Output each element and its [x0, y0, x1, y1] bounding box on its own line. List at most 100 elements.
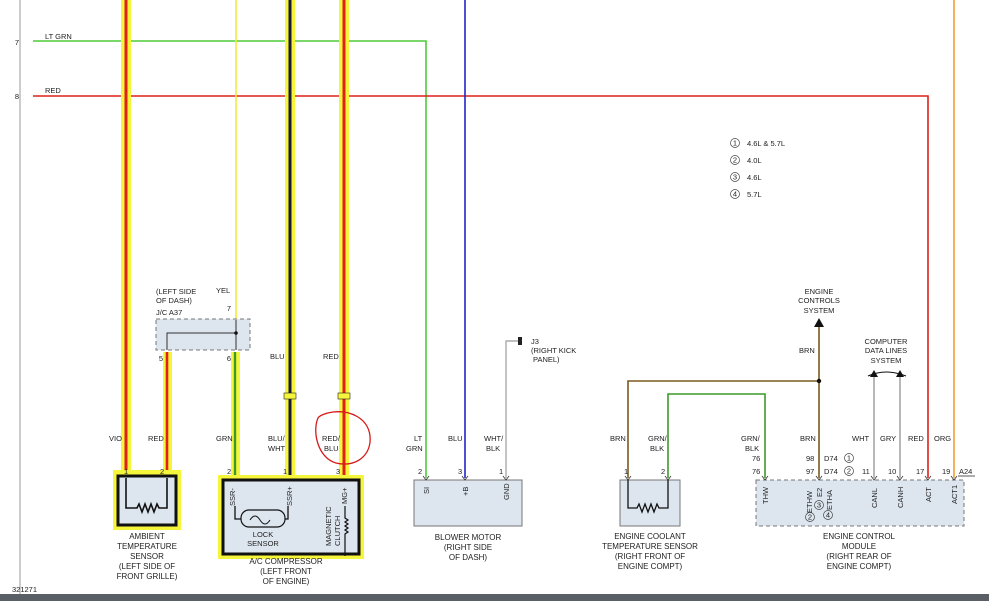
ground-symbol — [518, 337, 522, 345]
legend-text-1: 4.6L & 5.7L — [747, 139, 785, 148]
connector-ticks — [422, 475, 958, 481]
ac-name-1: A/C COMPRESSOR — [249, 557, 323, 566]
legend-text-2: 4.0L — [747, 156, 762, 165]
ecm-name-2: MODULE — [842, 542, 876, 551]
jc-pin-7: 7 — [227, 304, 231, 313]
blower-name-3: OF DASH) — [449, 553, 488, 562]
ambient-name-1: AMBIENT — [129, 532, 165, 541]
ecs-line1: ENGINE — [805, 287, 834, 296]
jc-yel-label: YEL — [216, 286, 230, 295]
wire-label-lt-grn-top: LT GRN — [45, 32, 72, 41]
label-grn-blk-ecm-1: GRN/ — [741, 434, 761, 443]
label-vio: VIO — [109, 434, 122, 443]
wire-brn-ect — [627, 380, 819, 478]
row-number-8: 8 — [15, 92, 19, 101]
ground-line2: (RIGHT KICK — [531, 346, 576, 355]
ect-name-2: TEMPERATURE SENSOR — [602, 542, 698, 551]
ac-pin-2: 2 — [227, 467, 231, 476]
legend-num-1: 1 — [733, 139, 737, 148]
jc-name: J/C A37 — [156, 308, 182, 317]
ecm-pin-19: 19 — [942, 467, 950, 476]
wire-wht-blk — [505, 340, 518, 478]
cdl-line1: COMPUTER — [865, 337, 909, 346]
jc-pin-6: 6 — [227, 354, 231, 363]
label-wht: WHT — [852, 434, 869, 443]
blower-pin-2: 2 — [418, 467, 422, 476]
ac-name-3: OF ENGINE) — [263, 577, 310, 586]
label-lt-grn-1: LT — [414, 434, 423, 443]
label-wht-blk-1: WHT/ — [484, 434, 504, 443]
ecs-arrow — [814, 318, 824, 327]
ac-terminal-ssr-minus: SSR- — [228, 488, 237, 506]
label-red-blu-2: BLU — [324, 444, 339, 453]
ambient-name-2: TEMPERATURE — [117, 542, 177, 551]
ambient-name-4: (LEFT SIDE OF — [119, 562, 175, 571]
splice-red-blu — [337, 392, 351, 400]
label-wht-blk-2: BLK — [486, 444, 500, 453]
blower-terminal-plus-b: +B — [461, 487, 470, 496]
label-red-blu-1: RED/ — [322, 434, 341, 443]
ecm-pin-17: 17 — [916, 467, 924, 476]
ground-line1: J3 — [531, 337, 539, 346]
ecm-variant-num-2: 2 — [847, 467, 851, 476]
ecm-variant-num-1: 1 — [847, 454, 851, 463]
legend-num-2: 2 — [733, 156, 737, 165]
mid-label-red: RED — [323, 352, 339, 361]
ecm-name-3: (RIGHT REAR OF — [826, 552, 891, 561]
label-blu: BLU — [448, 434, 463, 443]
label-grn-blk-2: BLK — [650, 444, 664, 453]
ecm-terminal-etha: ETHA — [825, 490, 834, 510]
ac-pin-1: 1 — [283, 467, 287, 476]
label-grn: GRN — [216, 434, 233, 443]
row-number-7: 7 — [15, 38, 19, 47]
clutch-label-1: MAGNETIC — [324, 506, 333, 546]
lock-sensor-label-1: LOCK — [253, 530, 273, 539]
label-blu-wht-1: BLU/ — [268, 434, 286, 443]
lock-sensor-coil — [240, 509, 286, 528]
brn-splice-dot — [816, 378, 822, 384]
wire-lt-grn — [33, 40, 427, 478]
ecm-pin-97: 97 — [806, 467, 814, 476]
ecs-line2: CONTROLS — [798, 296, 840, 305]
ambient-pin-2: 2 — [160, 467, 164, 476]
label-org: ORG — [934, 434, 951, 443]
label-lt-grn-2: GRN — [406, 444, 423, 453]
wire-label-red-top: RED — [45, 86, 61, 95]
ac-name-2: (LEFT FRONT — [260, 567, 312, 576]
legend-text-4: 5.7L — [747, 190, 762, 199]
ect-sensor-box — [619, 479, 681, 527]
ect-name-3: (RIGHT FRONT OF — [615, 552, 685, 561]
ecm-conn-d74b: D74 — [824, 467, 838, 476]
ecm-pin-11: 11 — [862, 467, 870, 476]
label-grn-blk-1: GRN/ — [648, 434, 668, 443]
ect-name-1: ENGINE COOLANT — [614, 532, 686, 541]
cdl-line3: SYSTEM — [871, 356, 902, 365]
wiring-diagram: 7 LT GRN 8 RED (LEFT SIDE OF DASH) J/C A… — [0, 0, 989, 601]
ambient-pin-1: 1 — [124, 467, 128, 476]
blower-terminal-si: SI — [422, 487, 431, 494]
wiring-diagram-svg: 7 LT GRN 8 RED (LEFT SIDE OF DASH) J/C A… — [12, 0, 975, 594]
clutch-label-2: CLUTCH — [333, 516, 342, 546]
splice-blu — [283, 392, 297, 400]
bottom-scroll-bar[interactable] — [0, 594, 989, 601]
blower-name-1: BLOWER MOTOR — [435, 533, 502, 542]
ecm-terminal-ethw: ETHW — [805, 490, 814, 513]
ecm-pin-98: 98 — [806, 454, 814, 463]
ecm-terminal-canh: CANH — [896, 487, 905, 508]
ect-pin-1: 1 — [624, 467, 628, 476]
ecm-name-1: ENGINE CONTROL — [823, 532, 896, 541]
ecm-terminal-thw: THW — [761, 486, 770, 504]
ecm-terminal-canl: CANL — [870, 488, 879, 508]
ect-name-4: ENGINE COMPT) — [618, 562, 683, 571]
label-red-ecm: RED — [908, 434, 924, 443]
ground-line3: PANEL) — [533, 355, 560, 364]
legend-text-3: 4.6L — [747, 173, 762, 182]
ecs-line3: SYSTEM — [804, 306, 835, 315]
ecm-terminal-act: ACT — [924, 487, 933, 502]
jc-location-line2: OF DASH) — [156, 296, 192, 305]
mid-label-brn: BRN — [799, 346, 815, 355]
legend-num-3: 3 — [733, 173, 737, 182]
ecm-terminal-e2: E2 — [815, 488, 824, 497]
label-brn-ecm: BRN — [800, 434, 816, 443]
cdl-line2: DATA LINES — [865, 346, 907, 355]
